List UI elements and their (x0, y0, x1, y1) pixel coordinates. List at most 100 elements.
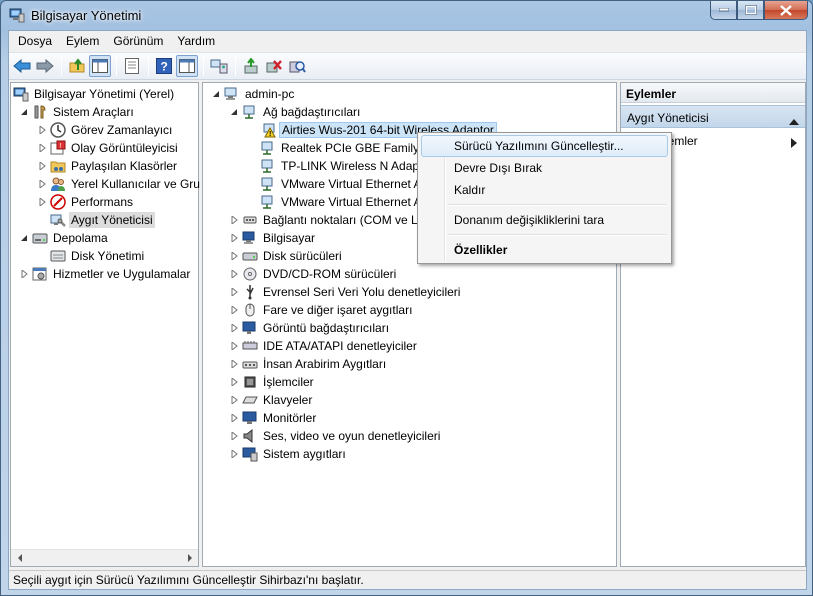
menu-item-disable[interactable]: Devre Dışı Bırak (421, 157, 668, 179)
device-tree-root[interactable]: admin-pc (211, 85, 296, 103)
menu-item-uninstall[interactable]: Kaldır (421, 179, 668, 201)
tree-node-event-viewer[interactable]: ! Olay Görüntüleyicisi (37, 139, 180, 157)
expand-triangle-icon[interactable] (229, 377, 239, 387)
properties-button[interactable] (121, 55, 143, 77)
uninstall-button[interactable] (263, 55, 285, 77)
device-category-keyboards[interactable]: Klavyeler (229, 391, 314, 409)
show-hide-console-tree-button[interactable] (89, 55, 111, 77)
expand-triangle-icon[interactable] (229, 341, 239, 351)
expand-triangle-icon[interactable] (229, 305, 239, 315)
computer-view-button[interactable] (208, 55, 230, 77)
expand-triangle-icon[interactable] (229, 269, 239, 279)
back-button[interactable] (11, 55, 33, 77)
menu-item-properties[interactable]: Özellikler (421, 239, 668, 261)
event-viewer-icon: ! (50, 140, 66, 156)
svg-text:!: ! (269, 131, 271, 138)
expand-triangle-icon[interactable] (229, 323, 239, 333)
actions-section-device-manager[interactable]: Aygıt Yöneticisi (621, 105, 805, 128)
scan-hardware-button[interactable] (286, 55, 308, 77)
minimize-button[interactable] (710, 1, 737, 20)
menu-yardim[interactable]: Yardım (170, 31, 222, 51)
device-category-network-adapters[interactable]: Ağ bağdaştırıcıları (229, 103, 362, 121)
collapse-triangle-icon[interactable] (19, 233, 29, 243)
device-item-realtek-adapter[interactable]: Realtek PCIe GBE Family C (260, 139, 433, 157)
expand-triangle-icon[interactable] (37, 197, 47, 207)
submenu-arrow-icon[interactable] (791, 137, 797, 151)
expand-triangle-icon[interactable] (229, 431, 239, 441)
device-category-sound[interactable]: Ses, video ve oyun denetleyicileri (229, 427, 442, 445)
console-tree-pane[interactable]: Bilgisayar Yönetimi (Yerel) Sistem Araçl… (10, 82, 202, 567)
menu-gorunum[interactable]: Görünüm (106, 31, 170, 51)
expand-triangle-icon[interactable] (229, 251, 239, 261)
expand-triangle-icon[interactable] (37, 143, 47, 153)
collapse-triangle-icon[interactable] (229, 107, 239, 117)
hid-icon (242, 356, 258, 372)
window-title: Bilgisayar Yönetimi (31, 8, 142, 23)
device-category-usb-controllers[interactable]: Evrensel Seri Veri Yolu denetleyicileri (229, 283, 462, 301)
device-category-hid[interactable]: İnsan Arabirim Aygıtları (229, 355, 388, 373)
tree-node-performance[interactable]: Performans (37, 193, 135, 211)
forward-button[interactable] (34, 55, 56, 77)
menu-item-update-driver[interactable]: Sürücü Yazılımını Güncelleştir... (421, 135, 668, 157)
expand-triangle-icon[interactable] (229, 215, 239, 225)
maximize-button[interactable] (737, 1, 764, 20)
tree-node-system-tools[interactable]: Sistem Araçları (19, 103, 136, 121)
menu-item-scan-hardware[interactable]: Donanım değişikliklerini tara (421, 209, 668, 231)
device-category-display-adapters[interactable]: Görüntü bağdaştırıcıları (229, 319, 391, 337)
close-button[interactable] (764, 1, 808, 20)
menu-dosya[interactable]: Dosya (11, 31, 59, 51)
device-category-monitors[interactable]: Monitörler (229, 409, 318, 427)
menu-eylem[interactable]: Eylem (59, 31, 106, 51)
expand-triangle-icon[interactable] (229, 359, 239, 369)
tree-node-services[interactable]: Hizmetler ve Uygulamalar (19, 265, 192, 283)
expand-triangle-icon[interactable] (229, 287, 239, 297)
device-category-system-devices[interactable]: Sistem aygıtları (229, 445, 348, 463)
expand-triangle-icon[interactable] (229, 413, 239, 423)
scroll-right-icon[interactable] (181, 550, 198, 567)
tree-node-storage[interactable]: Depolama (19, 229, 110, 247)
tree-node-root[interactable]: Bilgisayar Yönetimi (Yerel) (13, 85, 176, 103)
device-item-tplink-adapter[interactable]: TP-LINK Wireless N Adapt (260, 157, 424, 175)
expand-triangle-icon[interactable] (229, 449, 239, 459)
device-item-vmware-adapter-1[interactable]: VMware Virtual Ethernet A (260, 175, 424, 193)
toolbar-separator (235, 56, 236, 76)
help-icon: ? (156, 58, 172, 74)
expand-triangle-icon[interactable] (37, 179, 47, 189)
device-item-vmware-adapter-2[interactable]: VMware Virtual Ethernet A (260, 193, 424, 211)
expand-triangle-icon[interactable] (229, 233, 239, 243)
tree-node-device-manager[interactable]: Aygıt Yöneticisi (50, 211, 155, 229)
device-category-ports[interactable]: Bağlantı noktaları (COM ve LP (229, 211, 428, 229)
forward-arrow-icon (36, 59, 54, 73)
scroll-left-icon[interactable] (11, 550, 28, 567)
device-tree-label: Realtek PCIe GBE Family C (281, 141, 432, 155)
collapse-triangle-icon[interactable] (19, 107, 29, 117)
expand-triangle-icon[interactable] (19, 269, 29, 279)
device-category-ide-controllers[interactable]: IDE ATA/ATAPI denetleyiciler (229, 337, 419, 355)
tree-label: Olay Görüntüleyicisi (71, 141, 178, 155)
show-hide-action-pane-button[interactable] (176, 55, 198, 77)
tree-node-local-users[interactable]: Yerel Kullanıcılar ve Gru (37, 175, 202, 193)
maximize-icon (744, 5, 757, 15)
tree-node-task-scheduler[interactable]: Görev Zamanlayıcı (37, 121, 174, 139)
up-one-level-button[interactable] (66, 55, 88, 77)
system-device-icon (242, 446, 258, 462)
tree-node-shared-folders[interactable]: Paylaşılan Klasörler (37, 157, 179, 175)
scroll-track[interactable] (28, 550, 181, 567)
device-category-disk-drives[interactable]: Disk sürücüleri (229, 247, 344, 265)
computer-icon (224, 86, 240, 102)
device-category-processors[interactable]: İşlemciler (229, 373, 316, 391)
collapse-up-icon[interactable] (789, 114, 799, 128)
expand-triangle-icon[interactable] (229, 395, 239, 405)
tree-node-disk-management[interactable]: Disk Yönetimi (50, 247, 146, 265)
device-category-dvd-drives[interactable]: DVD/CD-ROM sürücüleri (229, 265, 398, 283)
collapse-triangle-icon[interactable] (211, 89, 221, 99)
device-category-computer[interactable]: Bilgisayar (229, 229, 317, 247)
expand-triangle-icon[interactable] (37, 161, 47, 171)
help-button[interactable]: ? (153, 55, 175, 77)
expand-triangle-icon[interactable] (37, 125, 47, 135)
device-category-mice[interactable]: Fare ve diğer işaret aygıtları (229, 301, 414, 319)
update-driver-button[interactable] (240, 55, 262, 77)
title-bar[interactable]: Bilgisayar Yönetimi (1, 1, 812, 29)
display-adapter-icon (242, 320, 258, 336)
horizontal-scrollbar[interactable] (11, 549, 198, 566)
